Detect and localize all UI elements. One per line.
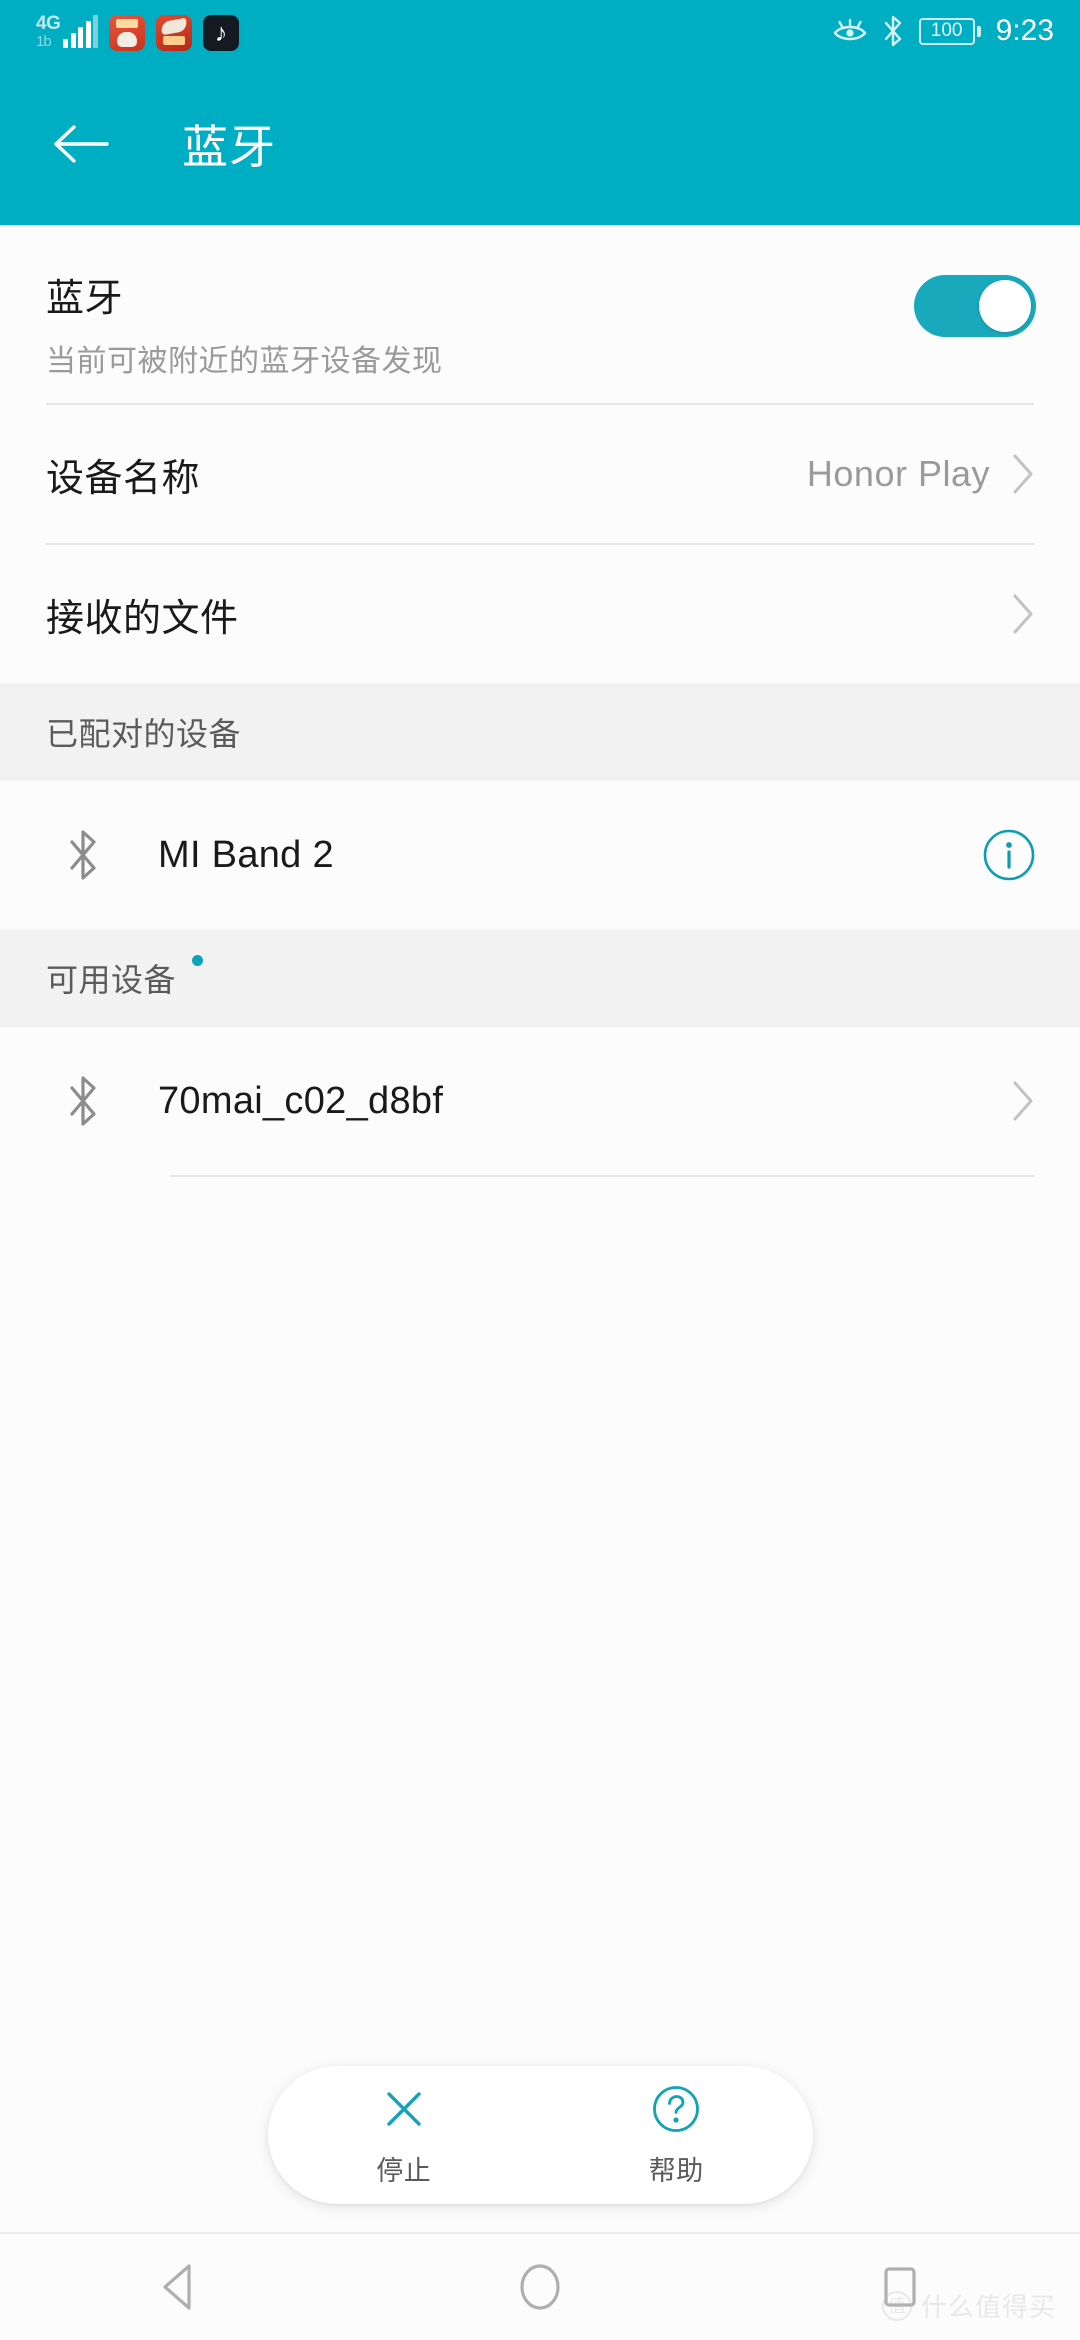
settings-content: 蓝牙 当前可被附近的蓝牙设备发现 设备名称 Honor Play 接收的文件 已… <box>0 225 1080 2340</box>
available-devices-header: 可用设备 <box>0 929 1080 1027</box>
page-title: 蓝牙 <box>182 120 276 173</box>
bottom-zone: 停止 帮助 值 什么值得买 <box>0 2066 1080 2340</box>
bluetooth-switch[interactable] <box>914 275 1036 337</box>
action-bar: 停止 帮助 <box>267 2066 813 2204</box>
received-files-row[interactable]: 接收的文件 <box>0 545 1080 683</box>
bluetooth-toggle-text: 蓝牙 当前可被附近的蓝牙设备发现 <box>46 267 914 380</box>
received-files-label-wrap: 接收的文件 <box>46 587 1010 642</box>
eye-comfort-icon <box>833 18 867 44</box>
nav-back-triangle-icon[interactable] <box>105 2233 255 2340</box>
available-devices-header-label: 可用设备 <box>46 962 177 998</box>
help-label: 帮助 <box>648 2156 704 2186</box>
cellular-signal-icon: 4G 1b <box>36 11 98 51</box>
bluetooth-icon <box>46 827 120 883</box>
stop-scan-label: 停止 <box>376 2156 432 2186</box>
received-files-label: 接收的文件 <box>46 597 239 640</box>
device-name-row[interactable]: 设备名称 Honor Play <box>0 405 1080 543</box>
paired-devices-header: 已配对的设备 <box>0 683 1080 781</box>
help-question-icon <box>649 2082 703 2141</box>
device-name-value: Honor Play <box>806 453 990 494</box>
bluetooth-toggle-title: 蓝牙 <box>46 278 124 320</box>
bluetooth-toggle-subtitle: 当前可被附近的蓝牙设备发现 <box>46 345 443 378</box>
stop-scan-button[interactable]: 停止 <box>268 2082 541 2188</box>
network-sub-label: 1b <box>36 33 52 50</box>
close-x-icon <box>377 2082 431 2141</box>
chevron-right-icon <box>1010 452 1036 496</box>
device-name-label-wrap: 设备名称 <box>46 447 807 502</box>
bluetooth-icon <box>882 14 904 48</box>
battery-cap <box>976 25 981 37</box>
paired-devices-header-label: 已配对的设备 <box>46 716 242 752</box>
chevron-right-icon <box>1010 592 1036 636</box>
jd-festival-icon <box>109 15 145 51</box>
phone-screen: 4G 1b ♪ 100 9:23 蓝牙 蓝牙 当前可被附近的蓝牙设备发现 设备名… <box>0 0 1080 2340</box>
signal-bars <box>63 15 98 48</box>
watermark-text: 什么值得买 <box>920 2292 1056 2322</box>
battery-body: 100 <box>918 17 975 45</box>
navigation-bar: 值 什么值得买 <box>0 2232 1080 2340</box>
status-bar-left: 4G 1b <box>36 11 239 51</box>
watermark: 值 什么值得买 <box>881 2287 1056 2324</box>
battery-level-label: 100 <box>930 20 963 41</box>
status-bar: 4G 1b ♪ 100 9:23 <box>0 0 1080 62</box>
app-bar: 蓝牙 <box>0 62 1080 225</box>
back-arrow-icon[interactable] <box>46 109 116 179</box>
bluetooth-switch-knob <box>979 280 1031 332</box>
battery-indicator: 100 <box>918 17 981 45</box>
available-device-name: 70mai_c02_d8bf <box>158 1079 444 1122</box>
paired-device-name: MI Band 2 <box>158 833 334 876</box>
clock-label: 9:23 <box>995 14 1054 47</box>
network-type-label: 4G <box>36 13 61 34</box>
available-device-row[interactable]: 70mai_c02_d8bf <box>0 1027 1080 1175</box>
divider <box>170 1175 1034 1177</box>
scanning-indicator-dot <box>192 955 204 966</box>
chevron-right-icon <box>1010 1079 1036 1123</box>
paired-device-row[interactable]: MI Band 2 <box>0 781 1080 929</box>
douyin-icon <box>203 15 239 51</box>
help-button[interactable]: 帮助 <box>540 2082 813 2188</box>
bluetooth-icon <box>46 1073 120 1129</box>
bluetooth-toggle-row[interactable]: 蓝牙 当前可被附近的蓝牙设备发现 <box>0 225 1080 403</box>
status-bar-right: 100 9:23 <box>833 14 1054 48</box>
device-name-label: 设备名称 <box>46 457 201 500</box>
info-icon[interactable] <box>982 828 1036 882</box>
jd-redpacket-icon <box>156 15 192 51</box>
watermark-badge: 值 <box>881 2290 912 2321</box>
nav-home-circle-icon[interactable] <box>465 2233 615 2340</box>
